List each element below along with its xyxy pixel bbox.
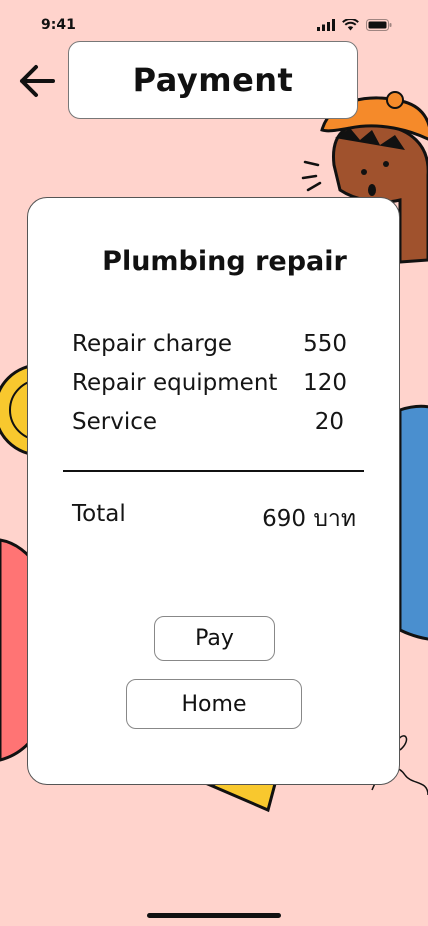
page-title: Payment bbox=[132, 61, 294, 99]
status-time: 9:41 bbox=[41, 17, 76, 33]
total-row: Total 690 บาท bbox=[72, 501, 356, 537]
total-value: 690 บาท bbox=[262, 506, 356, 532]
service-name: Plumbing repair bbox=[102, 246, 347, 277]
bill-line-item: Repair charge 550 bbox=[72, 331, 347, 357]
total-label: Total bbox=[72, 501, 126, 527]
line-item-label: Service bbox=[72, 409, 158, 435]
total-divider bbox=[63, 470, 364, 472]
line-item-label: Repair charge bbox=[72, 331, 233, 357]
home-indicator bbox=[147, 913, 281, 918]
pay-button[interactable]: Pay bbox=[154, 616, 275, 661]
line-item-amount: 550 bbox=[303, 331, 347, 357]
arrow-left-icon bbox=[20, 65, 55, 97]
back-button[interactable] bbox=[14, 58, 60, 104]
page-title-box: Payment bbox=[68, 41, 358, 119]
line-item-label: Repair equipment bbox=[72, 370, 278, 396]
battery-icon bbox=[366, 19, 392, 31]
line-item-amount: 120 bbox=[303, 370, 347, 396]
wifi-icon bbox=[342, 19, 359, 31]
bill-line-item: Service 20 bbox=[72, 409, 344, 435]
bill-card: Plumbing repair Repair charge 550 Repair… bbox=[27, 197, 400, 785]
signal-icon bbox=[317, 19, 335, 31]
bill-line-item: Repair equipment 120 bbox=[72, 370, 347, 396]
status-icons bbox=[317, 19, 392, 31]
line-item-amount: 20 bbox=[314, 409, 344, 435]
home-button[interactable]: Home bbox=[126, 679, 302, 729]
blue-shirt-shape bbox=[398, 404, 428, 641]
